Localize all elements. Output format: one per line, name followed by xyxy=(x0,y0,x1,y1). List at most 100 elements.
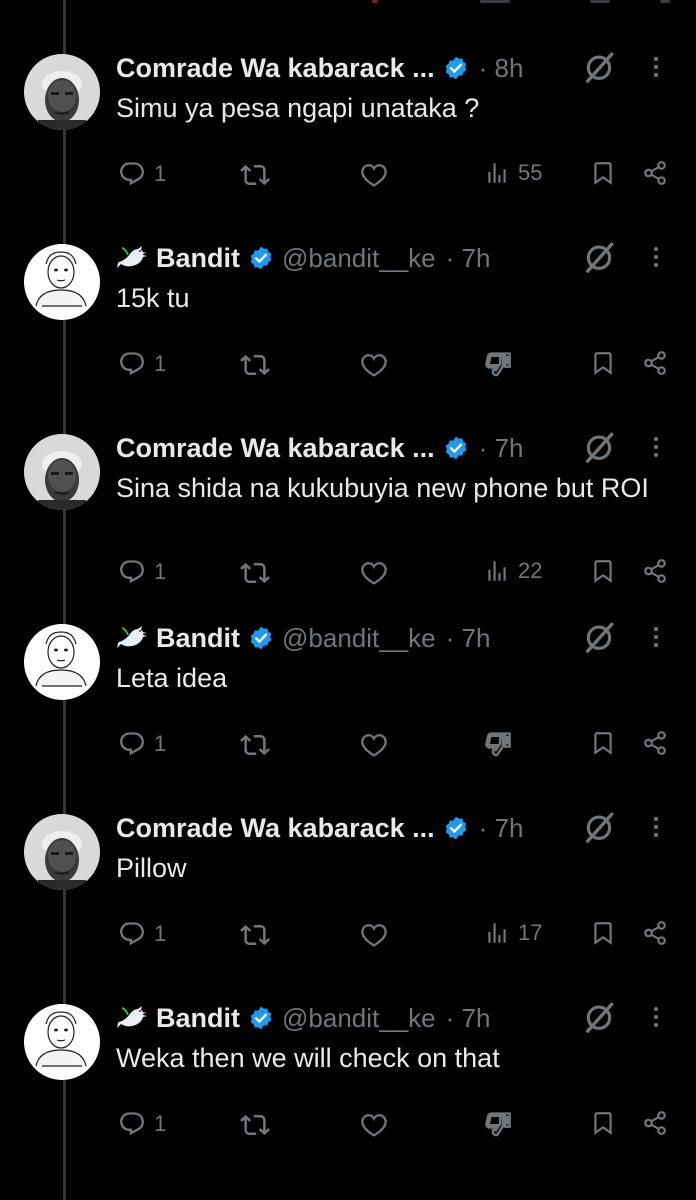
grok-icon[interactable] xyxy=(582,620,616,654)
reply-button[interactable]: 1 xyxy=(118,350,166,378)
downvote-button[interactable] xyxy=(484,350,512,378)
reply-button[interactable]: 1 xyxy=(118,730,166,758)
avatar[interactable] xyxy=(24,434,100,510)
reply-button[interactable]: 1 xyxy=(118,1110,166,1138)
views-button[interactable]: 55 xyxy=(484,160,542,186)
retweet-icon xyxy=(240,160,270,190)
tweet[interactable]: Bandit @bandit__ke · 7h Leta idea xyxy=(0,610,696,800)
tweet-header: Bandit @bandit__ke · 7h xyxy=(116,620,490,656)
tweet[interactable]: Comrade Wa kabarack ... · 8h Simu ya pes… xyxy=(0,40,696,230)
author-name[interactable]: Bandit xyxy=(156,623,240,654)
bookmark-button[interactable] xyxy=(590,920,616,946)
timestamp[interactable]: · 7h xyxy=(446,1003,491,1034)
share-icon xyxy=(642,1110,668,1136)
share-button[interactable] xyxy=(642,558,668,584)
grok-icon[interactable] xyxy=(582,240,616,274)
share-button[interactable] xyxy=(642,1110,668,1136)
share-button[interactable] xyxy=(642,350,668,376)
like-button[interactable] xyxy=(360,160,388,188)
avatar[interactable] xyxy=(24,244,100,320)
author-name[interactable]: Comrade Wa kabarack ... xyxy=(116,433,435,464)
grok-icon[interactable] xyxy=(582,50,616,84)
tweet[interactable]: Bandit @bandit__ke · 7h 15k tu xyxy=(0,230,696,420)
retweet-button[interactable] xyxy=(240,730,270,760)
retweet-button[interactable] xyxy=(240,558,270,588)
bookmark-button[interactable] xyxy=(590,558,616,584)
verified-badge-icon xyxy=(443,55,469,81)
more-options-icon[interactable] xyxy=(644,810,668,844)
share-button[interactable] xyxy=(642,730,668,756)
bookmark-button[interactable] xyxy=(590,730,616,756)
timestamp[interactable]: · 7h xyxy=(479,813,524,844)
timestamp[interactable]: · 7h xyxy=(446,623,491,654)
avatar[interactable] xyxy=(24,1004,100,1080)
downvote-button[interactable] xyxy=(484,1110,512,1138)
like-button[interactable] xyxy=(360,1110,388,1138)
retweet-button[interactable] xyxy=(240,920,270,950)
author-name[interactable]: Bandit xyxy=(156,1003,240,1034)
more-options-icon[interactable] xyxy=(644,620,668,654)
verified-badge-icon xyxy=(248,625,274,651)
more-options-icon[interactable] xyxy=(644,1000,668,1034)
author-name[interactable]: Comrade Wa kabarack ... xyxy=(116,813,435,844)
reply-bubble-icon xyxy=(118,160,146,188)
downvote-button[interactable] xyxy=(484,730,512,758)
heart-icon xyxy=(360,160,388,188)
reply-button[interactable]: 1 xyxy=(118,558,166,586)
views-count: 17 xyxy=(518,920,543,945)
timestamp[interactable]: · 7h xyxy=(446,243,491,274)
verified-badge-icon xyxy=(248,1005,274,1031)
retweet-button[interactable] xyxy=(240,160,270,190)
like-button[interactable] xyxy=(360,920,388,948)
bookmark-button[interactable] xyxy=(590,1110,616,1136)
like-button[interactable] xyxy=(360,558,388,586)
views-button[interactable]: 17 xyxy=(484,920,542,946)
like-button[interactable] xyxy=(360,350,388,378)
tweet-action-bar: 1 55 xyxy=(0,160,696,200)
share-button[interactable] xyxy=(642,160,668,186)
timestamp[interactable]: · 7h xyxy=(479,433,524,464)
retweet-button[interactable] xyxy=(240,350,270,380)
reply-count: 1 xyxy=(154,351,167,376)
grok-icon[interactable] xyxy=(582,1000,616,1034)
tweet-header: Bandit @bandit__ke · 7h xyxy=(116,1000,490,1036)
tweet-text: Pillow xyxy=(116,853,187,883)
grok-icon[interactable] xyxy=(582,430,616,464)
bookmark-button[interactable] xyxy=(590,160,616,186)
retweet-button[interactable] xyxy=(240,1110,270,1140)
retweet-icon xyxy=(240,558,270,588)
author-handle[interactable]: @bandit__ke xyxy=(282,243,436,274)
reply-bubble-icon xyxy=(118,1110,146,1138)
avatar-image xyxy=(24,54,100,130)
avatar[interactable] xyxy=(24,54,100,130)
more-options-icon[interactable] xyxy=(644,430,668,464)
bookmark-button[interactable] xyxy=(590,350,616,376)
more-options-icon[interactable] xyxy=(644,240,668,274)
reply-button[interactable]: 1 xyxy=(118,160,166,188)
reply-count: 1 xyxy=(154,1111,167,1136)
avatar[interactable] xyxy=(24,624,100,700)
share-icon xyxy=(642,558,668,584)
timestamp[interactable]: · 8h xyxy=(479,53,524,84)
share-button[interactable] xyxy=(642,920,668,946)
author-name[interactable]: Comrade Wa kabarack ... xyxy=(116,53,435,84)
tweet[interactable]: Comrade Wa kabarack ... · 7h Pillow xyxy=(0,800,696,990)
tweet[interactable]: Bandit @bandit__ke · 7h Weka then we wil… xyxy=(0,990,696,1180)
tweet-header: Comrade Wa kabarack ... · 7h xyxy=(116,810,523,846)
reply-bubble-icon xyxy=(118,920,146,948)
tweet-text: Sina shida na kukubuyia new phone but RO… xyxy=(116,473,649,503)
tweet-text: 15k tu xyxy=(116,283,190,313)
like-button[interactable] xyxy=(360,730,388,758)
author-name[interactable]: Bandit xyxy=(156,243,240,274)
more-options-icon[interactable] xyxy=(644,50,668,84)
views-button[interactable]: 22 xyxy=(484,558,542,584)
thumbs-down-icon xyxy=(484,1110,512,1138)
author-handle[interactable]: @bandit__ke xyxy=(282,1003,436,1034)
thumbs-down-icon xyxy=(484,350,512,378)
avatar[interactable] xyxy=(24,814,100,890)
reply-button[interactable]: 1 xyxy=(118,920,166,948)
tweet-text: Weka then we will check on that xyxy=(116,1043,500,1073)
grok-icon[interactable] xyxy=(582,810,616,844)
author-handle[interactable]: @bandit__ke xyxy=(282,623,436,654)
bar-chart-icon xyxy=(484,920,510,946)
